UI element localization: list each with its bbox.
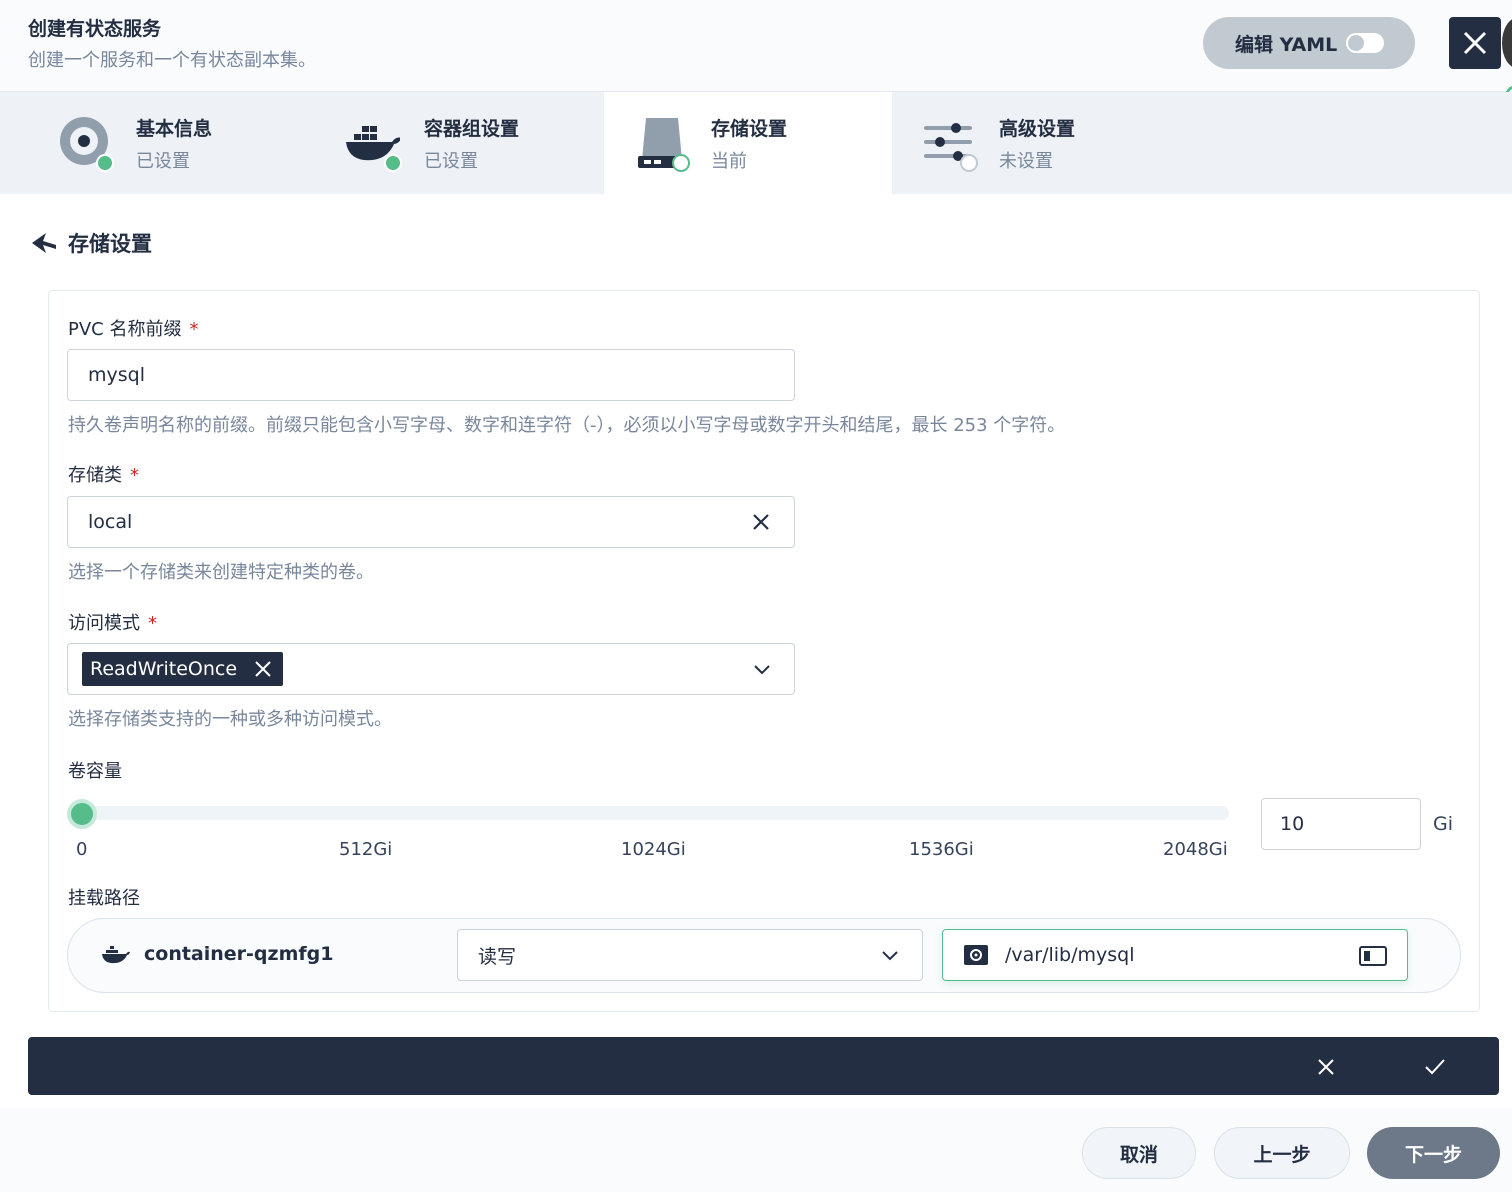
step-container-settings[interactable]: 容器组设置 已设置 <box>288 92 576 194</box>
cancel-button[interactable]: 取消 <box>1082 1127 1196 1179</box>
step-name: 容器组设置 <box>424 118 520 140</box>
previous-step-button[interactable]: 上一步 <box>1214 1127 1350 1179</box>
mount-path-label: 挂载路径 <box>68 888 140 909</box>
clear-icon[interactable] <box>750 511 772 533</box>
wizard-steps: 基本信息 已设置 容器组设置 已设置 存储设置 当前 高级设置 未设置 <box>0 92 1512 194</box>
capacity-input[interactable]: 10 <box>1261 798 1421 850</box>
step-status: 未设置 <box>999 151 1053 172</box>
docker-icon <box>102 946 130 964</box>
step-status: 已设置 <box>136 151 190 172</box>
storage-class-select[interactable]: local <box>67 496 795 548</box>
section-header: 存储设置 <box>32 228 152 258</box>
step-advanced-settings[interactable]: 高级设置 未设置 <box>892 92 1180 194</box>
access-mode-hint: 选择存储类支持的一种或多种访问模式。 <box>68 709 392 730</box>
close-icon <box>1463 31 1487 55</box>
capacity-value: 10 <box>1280 813 1305 835</box>
pvc-prefix-hint: 持久卷声明名称的前缀。前缀只能包含小写字母、数字和连字符（-），必须以小写字母或… <box>68 415 1066 436</box>
step-name: 存储设置 <box>711 118 788 140</box>
remove-tag-icon[interactable] <box>253 659 273 679</box>
pvc-prefix-input[interactable]: mysql <box>67 349 795 401</box>
storage-form-panel: PVC 名称前缀 * mysql 持久卷声明名称的前缀。前缀只能包含小写字母、数字… <box>48 290 1480 1012</box>
capacity-unit: Gi <box>1433 813 1454 835</box>
step-name: 基本信息 <box>136 118 213 140</box>
step-done-icon <box>384 154 402 172</box>
required-marker: * <box>189 319 199 340</box>
modal-subtitle: 创建一个服务和一个有状态副本集。 <box>28 50 316 71</box>
toggle-switch-icon <box>1346 33 1384 53</box>
container-name: container-qzmfg1 <box>102 943 333 965</box>
modal-header: 创建有状态服务 创建一个服务和一个有状态副本集。 编辑 YAML <box>0 0 1512 92</box>
access-mode-tag: ReadWriteOnce <box>82 652 284 686</box>
close-modal-button[interactable] <box>1449 17 1501 69</box>
section-title: 存储设置 <box>68 232 152 256</box>
step-name: 高级设置 <box>999 118 1076 140</box>
gear-box-icon <box>964 945 988 965</box>
mount-path-value: /var/lib/mysql <box>1005 944 1135 966</box>
slider-tick: 0 <box>76 839 88 860</box>
mount-path-input[interactable]: /var/lib/mysql <box>942 929 1408 981</box>
storage-class-value: local <box>88 511 133 533</box>
capacity-label: 卷容量 <box>68 761 122 782</box>
access-mode-select[interactable]: ReadWriteOnce <box>67 643 795 695</box>
access-mode-label: 访问模式 * <box>68 613 157 634</box>
form-confirm-bar <box>28 1037 1499 1095</box>
step-basic-info[interactable]: 基本信息 已设置 <box>0 92 288 194</box>
step-status: 当前 <box>711 151 747 172</box>
slider-tick: 2048Gi <box>1163 839 1228 860</box>
mount-mode-select[interactable]: 读写 <box>457 929 923 981</box>
next-step-button[interactable]: 下一步 <box>1367 1127 1500 1179</box>
modal-title: 创建有状态服务 <box>28 18 162 40</box>
slider-tick: 512Gi <box>339 839 393 860</box>
step-pending-icon <box>960 154 978 172</box>
step-status: 已设置 <box>424 151 478 172</box>
mount-path-row: container-qzmfg1 读写 /var/lib/mysql <box>67 918 1461 993</box>
capacity-slider-handle[interactable] <box>67 799 97 829</box>
capacity-slider-track[interactable] <box>81 806 1229 820</box>
storage-class-hint: 选择一个存储类来创建特定种类的卷。 <box>68 562 374 583</box>
step-storage-settings[interactable]: 存储设置 当前 <box>604 92 892 194</box>
chevron-down-icon <box>882 951 898 961</box>
edit-yaml-label: 编辑 YAML <box>1235 33 1338 56</box>
step-done-icon <box>96 154 114 172</box>
edit-yaml-toggle[interactable]: 编辑 YAML <box>1203 17 1415 69</box>
storage-class-label: 存储类 * <box>68 465 139 486</box>
pvc-prefix-value: mysql <box>88 364 145 386</box>
required-marker: * <box>130 465 139 486</box>
keyboard-icon[interactable] <box>1359 945 1387 967</box>
back-arrow-icon[interactable] <box>32 233 56 253</box>
slider-tick: 1536Gi <box>909 839 974 860</box>
pvc-prefix-label: PVC 名称前缀 * <box>68 319 199 340</box>
confirm-check-icon[interactable] <box>1424 1057 1446 1077</box>
cancel-edit-icon[interactable] <box>1316 1057 1336 1077</box>
step-current-icon <box>672 154 690 172</box>
chevron-down-icon <box>754 665 770 675</box>
slider-tick: 1024Gi <box>621 839 686 860</box>
required-marker: * <box>148 613 157 634</box>
mount-mode-value: 读写 <box>478 945 517 968</box>
